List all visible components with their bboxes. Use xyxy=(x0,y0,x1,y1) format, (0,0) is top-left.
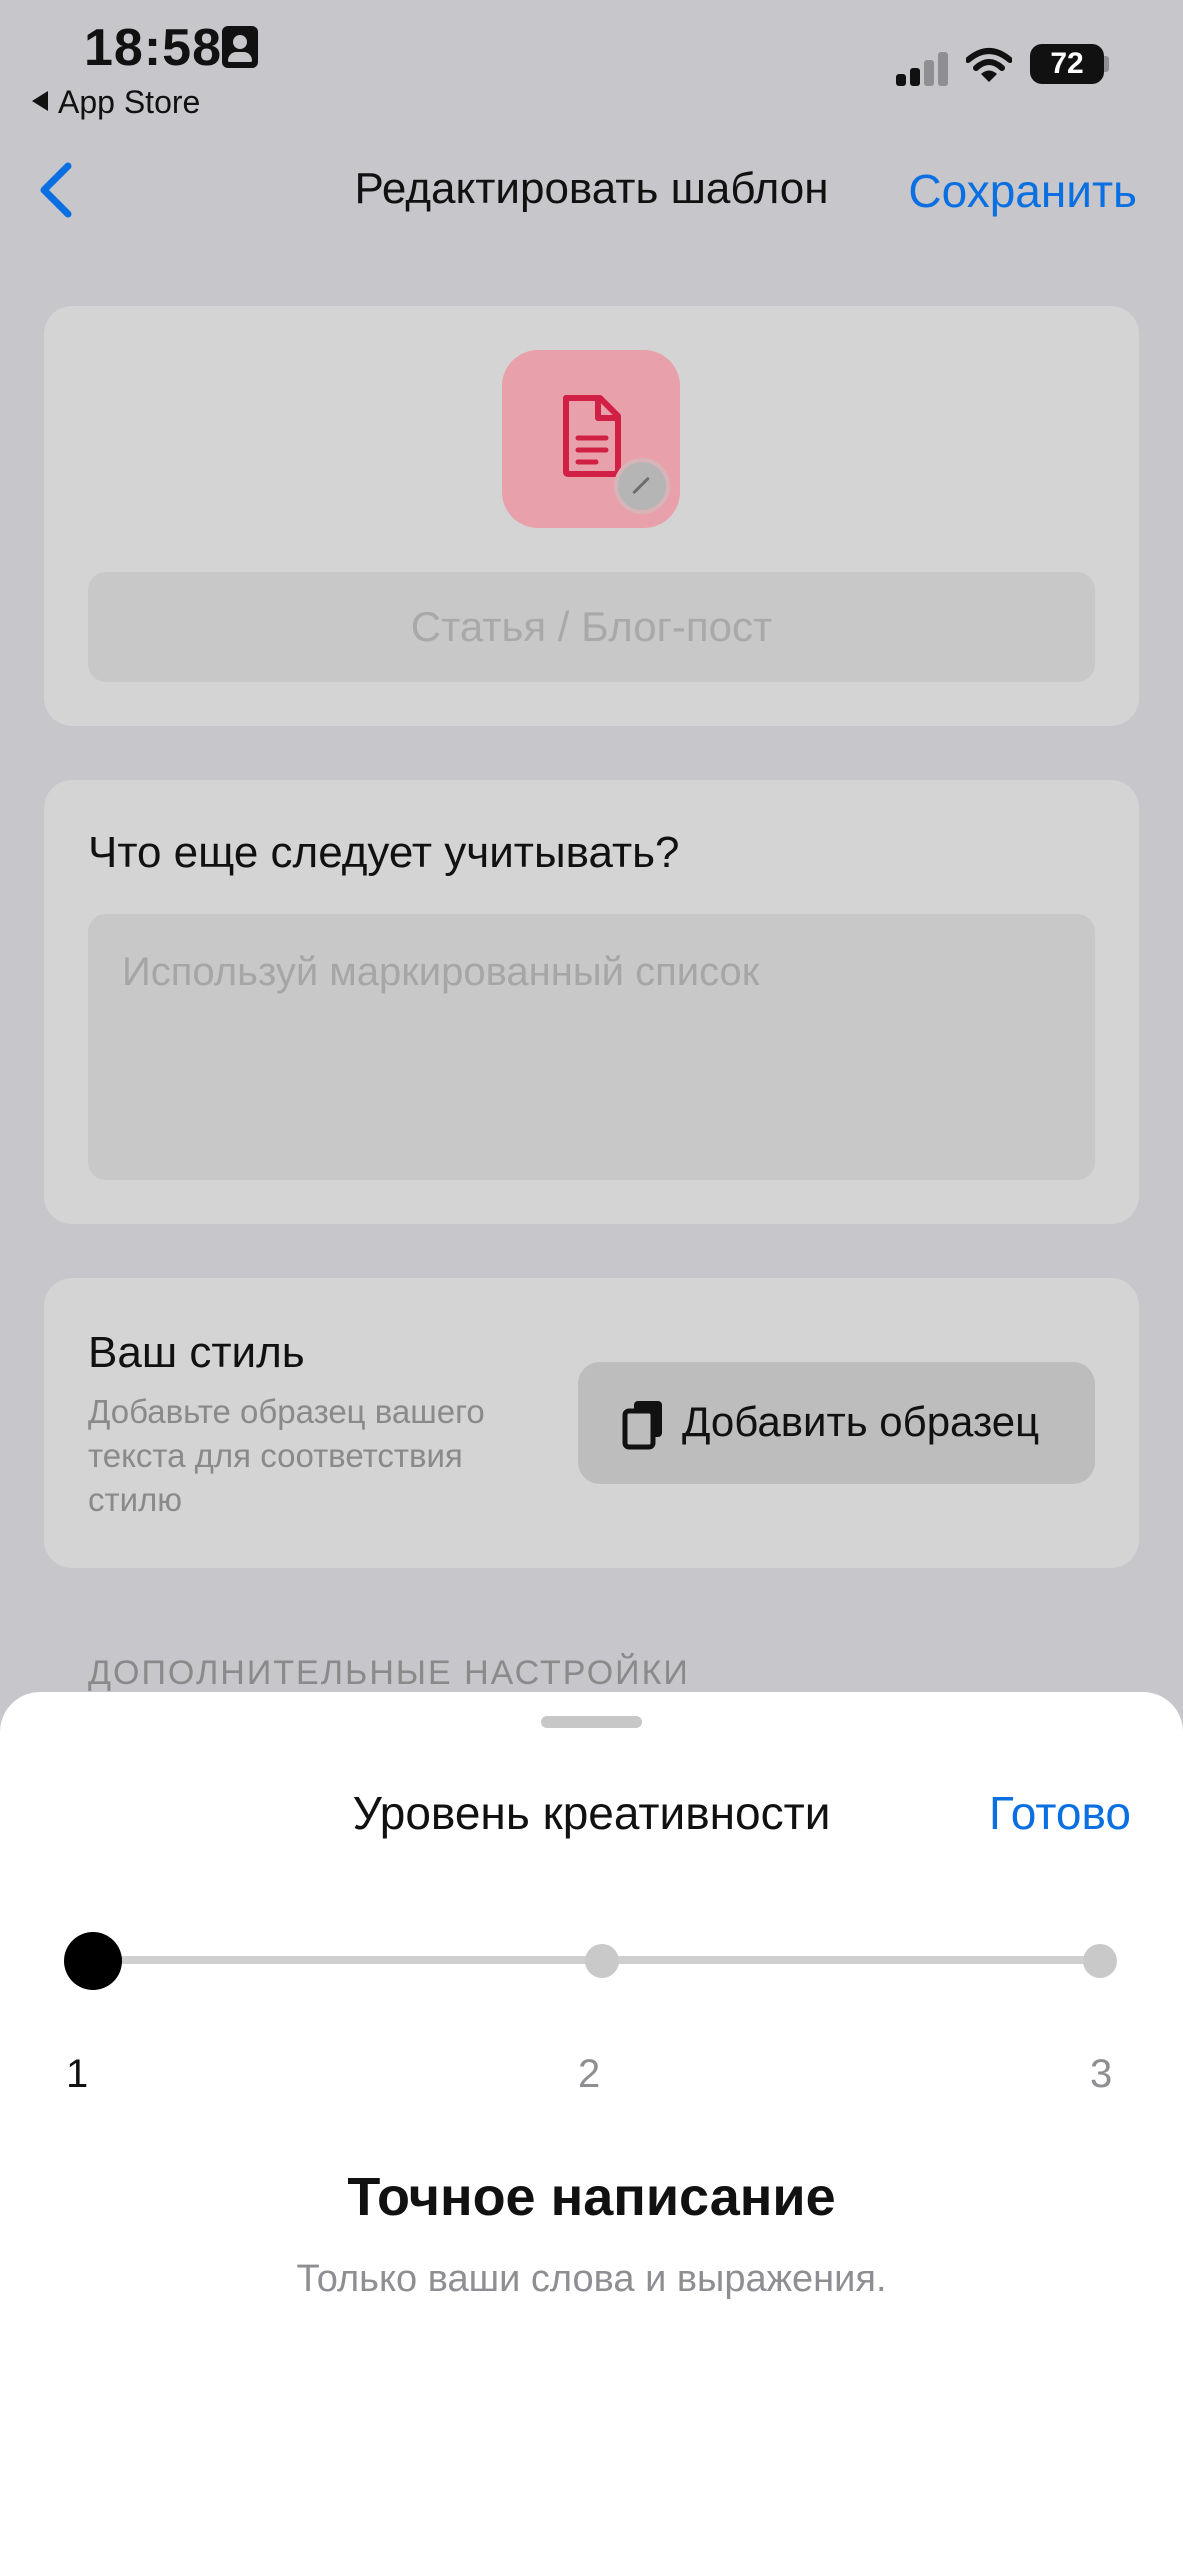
battery-icon: 72 xyxy=(1030,44,1104,84)
document-icon xyxy=(563,395,621,477)
slider-tick-label-2: 2 xyxy=(578,2052,601,2096)
level-title: Точное написание xyxy=(347,2167,836,2227)
add-sample-label: Добавить образец xyxy=(682,1398,1040,1445)
slider-tick-label-3: 3 xyxy=(1090,2052,1113,2096)
copy-document-icon xyxy=(622,1401,662,1450)
wifi-icon xyxy=(966,48,1012,82)
style-description: Добавьте образец вашего текста для соотв… xyxy=(88,1393,485,1518)
slider-stop-3[interactable] xyxy=(1083,1944,1117,1978)
battery-cap xyxy=(1104,56,1109,72)
back-app-label: App Store xyxy=(58,84,201,120)
sheet-grabber[interactable] xyxy=(541,1716,642,1728)
considerations-title: Что еще следует учитывать? xyxy=(88,828,680,877)
status-time: 18:58 xyxy=(84,19,222,77)
template-name-field[interactable]: Статья / Блог-пост xyxy=(88,572,1095,682)
creativity-slider-thumb[interactable] xyxy=(64,1932,122,1990)
pencil-icon[interactable] xyxy=(614,458,670,514)
back-triangle-icon xyxy=(32,91,48,111)
signal-icon xyxy=(896,52,950,86)
additional-settings-header: ДОПОЛНИТЕЛЬНЫЕ НАСТРОЙКИ xyxy=(88,1654,690,1692)
level-description: Только ваши слова и выражения. xyxy=(296,2258,887,2300)
id-card-icon xyxy=(222,26,258,68)
back-to-app-link[interactable]: App Store xyxy=(32,84,200,121)
slider-stop-2[interactable] xyxy=(585,1944,619,1978)
considerations-placeholder: Используй маркированный список xyxy=(122,950,760,994)
done-button[interactable]: Готово xyxy=(989,1786,1131,1840)
style-title: Ваш стиль xyxy=(88,1328,305,1377)
save-button[interactable]: Сохранить xyxy=(908,164,1137,218)
slider-tick-label-1: 1 xyxy=(66,2052,89,2096)
